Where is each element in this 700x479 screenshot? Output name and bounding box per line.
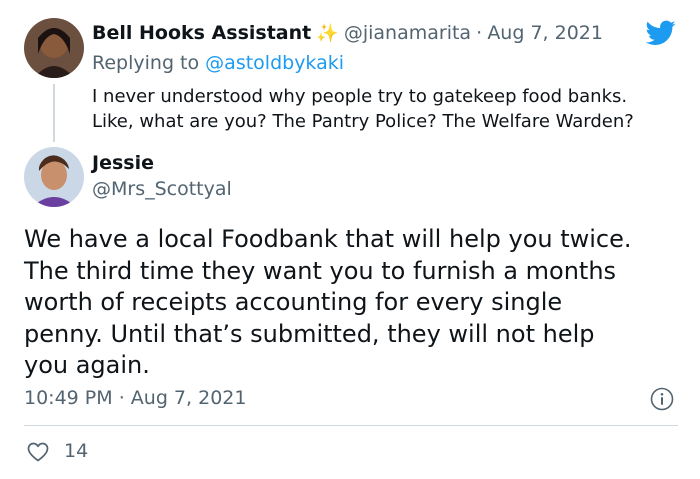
- heart-icon[interactable]: [26, 440, 50, 468]
- avatar-jessie[interactable]: [24, 147, 84, 207]
- display-name[interactable]: Bell Hooks Assistant: [92, 22, 311, 44]
- separator-dot: ·: [118, 387, 125, 409]
- main-text-line: penny. Until that’s submitted, they will…: [24, 319, 595, 348]
- user-handle[interactable]: @jianamarita: [344, 22, 471, 44]
- main-text-line: you again.: [24, 351, 150, 379]
- tweet-date: Aug 7, 2021: [130, 387, 247, 409]
- like-count: 14: [64, 440, 89, 462]
- tweet-timestamp[interactable]: 10:49 PM · Aug 7, 2021: [24, 387, 246, 409]
- replying-prefix: Replying to: [92, 52, 200, 74]
- main-tweet-text: We have a local Foodbank that will help …: [24, 224, 684, 382]
- sparkle-icon: ✨: [316, 23, 339, 44]
- tweet-time: 10:49 PM: [24, 387, 113, 409]
- separator-dot: ·: [476, 22, 483, 44]
- replying-to: Replying to @astoldbykaki: [92, 52, 344, 74]
- reply-text-line: Like, what are you? The Pantry Police? T…: [92, 111, 634, 132]
- divider: [24, 425, 678, 426]
- reply-text-line: I never understood why people try to gat…: [92, 86, 628, 107]
- main-text-line: worth of receipts accounting for every s…: [24, 288, 563, 316]
- avatar-bell-hooks-assistant[interactable]: [24, 18, 84, 78]
- reply-tweet-header: Bell Hooks Assistant ✨ @jianamarita · Au…: [92, 22, 603, 44]
- like-button[interactable]: 14: [26, 440, 106, 464]
- main-text-line: The third time they want you to furnish …: [24, 256, 617, 285]
- display-name[interactable]: Jessie: [92, 152, 154, 174]
- info-icon[interactable]: [650, 387, 674, 411]
- tweet-date[interactable]: Aug 7, 2021: [487, 22, 603, 44]
- main-text-line: We have a local Foodbank that will help …: [24, 225, 632, 253]
- replying-handle-link[interactable]: @astoldbykaki: [205, 52, 344, 74]
- reply-tweet-text: I never understood why people try to gat…: [92, 84, 682, 134]
- twitter-bird-icon[interactable]: [645, 20, 676, 46]
- thread-line: [53, 84, 55, 142]
- user-handle[interactable]: @Mrs_Scottyal: [92, 178, 232, 200]
